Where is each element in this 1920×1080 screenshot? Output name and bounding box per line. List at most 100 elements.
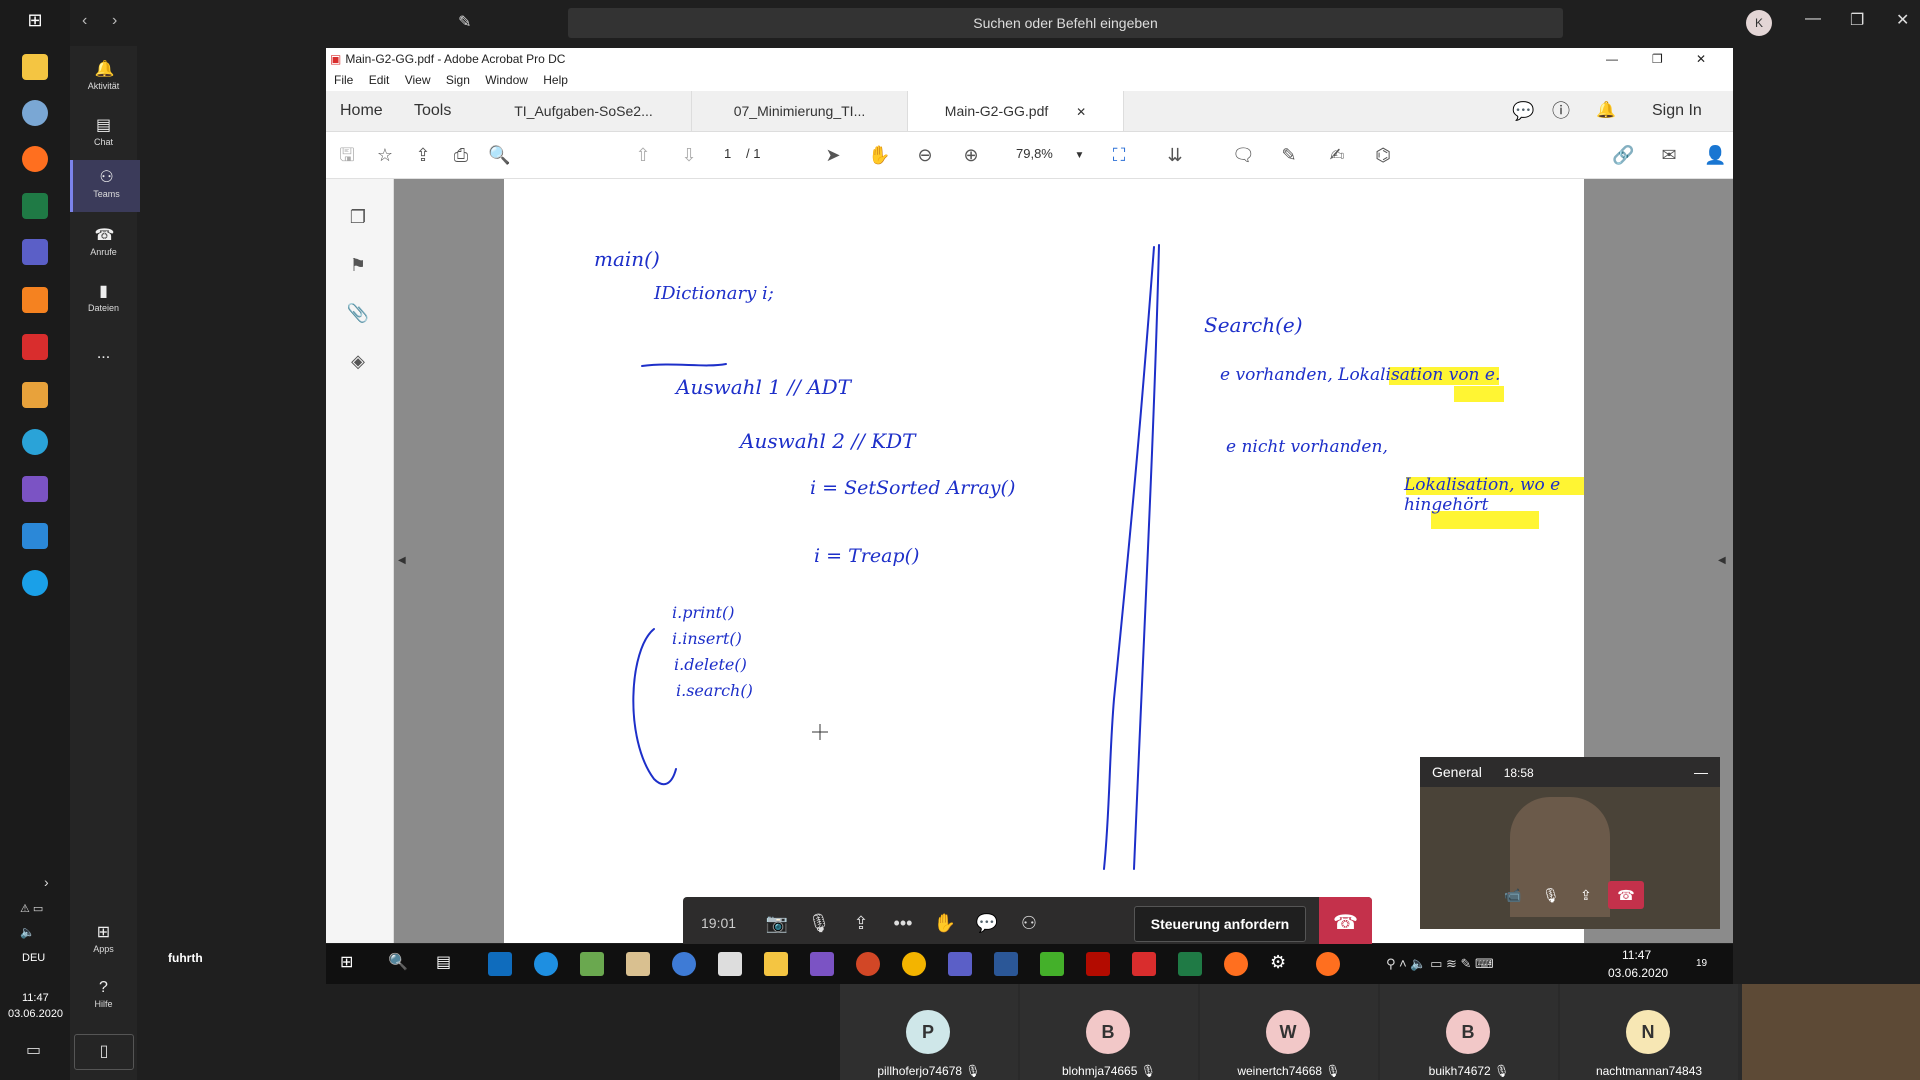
menu-window[interactable]: Window bbox=[485, 73, 528, 87]
hang-up-button[interactable]: ☎ bbox=[1319, 897, 1372, 949]
prev-page-icon[interactable]: ⇧ bbox=[632, 144, 654, 166]
fill-sign-icon[interactable]: ⌬ bbox=[1372, 144, 1394, 166]
powerpoint-icon[interactable] bbox=[856, 952, 880, 976]
upload-icon[interactable]: ⇪ bbox=[412, 144, 434, 166]
search-icon[interactable]: 🔍 bbox=[388, 952, 412, 976]
sign-in-link[interactable]: Sign In bbox=[1652, 91, 1702, 131]
doc-tab[interactable]: TI_Aufgaben-SoSe2... bbox=[476, 91, 692, 131]
scroll-mode-icon[interactable]: ⇊ bbox=[1164, 144, 1186, 166]
git-icon[interactable] bbox=[22, 382, 48, 408]
chat-icon[interactable]: 💬 bbox=[975, 911, 999, 935]
avatar[interactable]: K bbox=[1746, 10, 1772, 36]
restore-icon[interactable]: ❐ bbox=[1652, 48, 1663, 70]
raise-hand-icon[interactable]: ✋ bbox=[933, 911, 957, 935]
excel-icon[interactable] bbox=[1178, 952, 1202, 976]
action-center-icon[interactable]: ▭ bbox=[26, 1040, 41, 1060]
gear-icon[interactable]: ⚙ bbox=[1270, 952, 1294, 976]
zoom-out-icon[interactable]: ⊖ bbox=[914, 144, 936, 166]
email-icon[interactable]: ✉ bbox=[1658, 144, 1680, 166]
share-icon[interactable]: ⇪ bbox=[1580, 887, 1592, 904]
mic-off-icon[interactable]: 🎙 bbox=[807, 911, 831, 935]
rail-item-apps[interactable]: ⊞ Apps bbox=[70, 915, 137, 967]
comment-icon[interactable]: 💬 bbox=[1512, 91, 1534, 131]
windows-start-icon[interactable]: ⊞ bbox=[340, 952, 364, 976]
participant-card[interactable]: N nachtmannan74843 bbox=[1560, 984, 1738, 1080]
restore-icon[interactable]: ❐ bbox=[1850, 10, 1864, 30]
search-input[interactable]: Suchen oder Befehl eingeben bbox=[568, 8, 1563, 38]
rail-item-activity[interactable]: 🔔 Aktivität bbox=[70, 52, 137, 104]
visual-studio-icon[interactable] bbox=[810, 952, 834, 976]
menu-sign[interactable]: Sign bbox=[446, 73, 470, 87]
doc-tab[interactable]: 07_Minimierung_TI... bbox=[692, 91, 908, 131]
participant-card[interactable]: W weinertch74668 🎙 bbox=[1200, 984, 1378, 1080]
app-icon[interactable] bbox=[580, 952, 604, 976]
close-tab-icon[interactable]: ✕ bbox=[1076, 105, 1086, 119]
outlook-icon[interactable] bbox=[488, 952, 512, 976]
save-icon[interactable]: 🖫 bbox=[336, 144, 358, 166]
firefox-icon[interactable] bbox=[1224, 952, 1248, 976]
excel-icon[interactable] bbox=[22, 193, 48, 219]
menu-file[interactable]: File bbox=[334, 73, 353, 87]
add-user-icon[interactable]: 👤 bbox=[1704, 144, 1726, 166]
search-icon[interactable]: 🔍 bbox=[488, 144, 510, 166]
app-icon[interactable] bbox=[1132, 952, 1156, 976]
windows-start-icon[interactable]: ⊞ bbox=[22, 10, 48, 36]
teams-app-icon[interactable] bbox=[22, 239, 48, 265]
collapse-left-icon[interactable]: ◀ bbox=[398, 555, 406, 566]
layers-icon[interactable]: ◈ bbox=[346, 351, 370, 375]
camtasia-icon[interactable] bbox=[1040, 952, 1064, 976]
menu-edit[interactable]: Edit bbox=[369, 73, 390, 87]
self-video[interactable] bbox=[1742, 984, 1920, 1080]
calculator-icon[interactable] bbox=[718, 952, 742, 976]
firefox-icon[interactable] bbox=[22, 146, 48, 172]
minimize-icon[interactable]: — bbox=[1805, 10, 1821, 28]
highlight-icon[interactable]: ✎ bbox=[1278, 144, 1300, 166]
task-view-icon[interactable]: ▤ bbox=[436, 952, 460, 976]
visual-studio-icon[interactable] bbox=[22, 476, 48, 502]
rail-item-teams[interactable]: ⚇ Teams bbox=[70, 160, 140, 212]
app-icon[interactable] bbox=[672, 952, 696, 976]
attachment-icon[interactable]: 📎 bbox=[346, 303, 370, 327]
request-control-button[interactable]: Steuerung anfordern bbox=[1134, 906, 1306, 942]
word-icon[interactable] bbox=[994, 952, 1018, 976]
page-number-input[interactable]: 1 bbox=[724, 146, 731, 161]
hang-up-icon[interactable]: ☎ bbox=[1608, 881, 1644, 909]
todo-icon[interactable] bbox=[22, 287, 48, 313]
compose-icon[interactable]: ✎ bbox=[458, 12, 471, 32]
back-arrow-icon[interactable]: ‹ bbox=[82, 12, 87, 30]
print-icon[interactable]: ⎙ bbox=[450, 144, 472, 166]
teams-app-icon[interactable] bbox=[948, 952, 972, 976]
select-cursor-icon[interactable]: ➤ bbox=[822, 144, 844, 166]
doc-tab-active[interactable]: Main-G2-GG.pdf ✕ bbox=[908, 91, 1124, 131]
volume-icon[interactable]: 🔈 bbox=[20, 925, 35, 939]
zoom-in-icon[interactable]: ⊕ bbox=[960, 144, 982, 166]
minimize-icon[interactable]: — bbox=[1606, 48, 1618, 70]
fit-page-icon[interactable]: ⛶ bbox=[1108, 144, 1130, 166]
bookmark-icon[interactable]: ⚑ bbox=[346, 255, 370, 279]
language-indicator[interactable]: DEU bbox=[22, 952, 45, 964]
zoom-select[interactable]: 79,8% ▼ bbox=[1016, 146, 1084, 161]
share-screen-icon[interactable]: ⇪ bbox=[849, 911, 873, 935]
participant-card[interactable]: P pillhoferjo74678 🎙 bbox=[840, 984, 1018, 1080]
close-icon[interactable]: ✕ bbox=[1696, 48, 1706, 70]
share-link-icon[interactable]: 🔗 bbox=[1612, 144, 1634, 166]
page-thumbnails-icon[interactable]: ❐ bbox=[346, 207, 370, 231]
camera-icon[interactable]: 📹 bbox=[1504, 887, 1521, 904]
close-icon[interactable]: ✕ bbox=[1896, 10, 1909, 30]
menu-view[interactable]: View bbox=[405, 73, 431, 87]
chrome-icon[interactable] bbox=[902, 952, 926, 976]
mic-icon[interactable]: 🎙 bbox=[1542, 887, 1560, 904]
rail-item-more[interactable]: ... bbox=[70, 336, 137, 388]
collapse-right-icon[interactable]: ◀ bbox=[1718, 555, 1726, 566]
hand-tool-icon[interactable]: ✋ bbox=[868, 144, 890, 166]
rail-item-chat[interactable]: ▤ Chat bbox=[70, 108, 137, 160]
sign-icon[interactable]: ✍ bbox=[1326, 144, 1348, 166]
participant-card[interactable]: B blohmja74665 🎙 bbox=[1020, 984, 1198, 1080]
telegram-icon[interactable] bbox=[22, 429, 48, 455]
tab-tools[interactable]: Tools bbox=[414, 91, 451, 131]
file-explorer-icon[interactable] bbox=[764, 952, 788, 976]
rail-item-help[interactable]: ? Hilfe bbox=[70, 970, 137, 1022]
minimize-icon[interactable]: — bbox=[1694, 757, 1708, 787]
comment-tool-icon[interactable]: 🗨 bbox=[1232, 144, 1255, 166]
app-icon[interactable] bbox=[22, 100, 48, 126]
